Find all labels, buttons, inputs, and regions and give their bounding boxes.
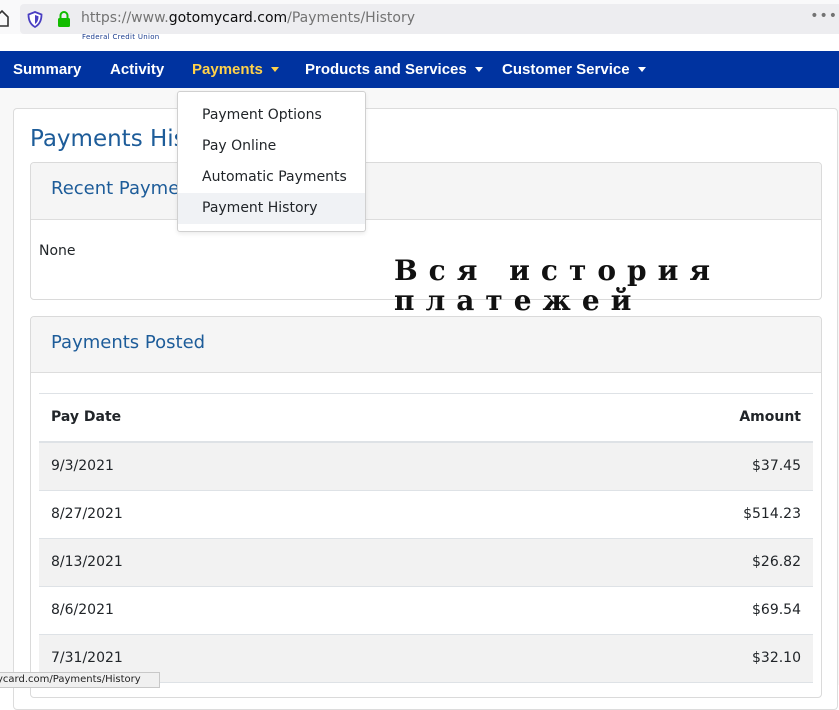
amount-cell: $32.10 [752,650,801,666]
url-path: /Payments/History [287,10,415,26]
column-pay-date: Pay Date [51,409,122,425]
payments-posted-title: Payments Posted [51,332,206,353]
nav-summary[interactable]: Summary [13,51,81,88]
menu-item-payment-options[interactable]: Payment Options [178,100,365,131]
recent-payments-heading: Recent Payments [31,163,821,220]
nav-customer-service[interactable]: Customer Service [502,51,646,88]
url-text: https://www.gotomycard.com/Payments/Hist… [81,10,415,26]
pay-date-cell: 8/6/2021 [51,602,114,618]
nav-activity[interactable]: Activity [110,51,164,88]
table-row: 8/27/2021 $514.23 [39,491,813,539]
shield-icon[interactable] [27,11,43,28]
url-host: gotomycard.com [168,10,288,26]
menu-item-pay-online[interactable]: Pay Online [178,131,365,162]
payments-posted-panel: Payments Posted Pay Date Amount 9/3/2021… [30,316,822,698]
address-bar[interactable]: https://www.gotomycard.com/Payments/Hist… [20,4,839,34]
caret-down-icon [474,67,483,72]
overlay-caption: Вся история платежей [394,256,721,316]
pay-date-cell: 8/13/2021 [51,554,123,570]
payments-dropdown-menu: Payment Options Pay Online Automatic Pay… [177,91,366,232]
table-row: 9/3/2021 $37.45 [39,443,813,491]
overlay-caption-line-1: Вся история [394,254,722,287]
nav-customer-service-label: Customer Service [502,61,630,78]
amount-cell: $69.54 [752,602,801,618]
table-header: Pay Date Amount [39,394,813,443]
status-bar-url: ycard.com/Payments/History [0,672,160,688]
amount-cell: $26.82 [752,554,801,570]
lock-icon[interactable] [57,11,71,27]
brand-tagline: Federal Credit Union [82,33,160,41]
overlay-caption-line-2: платежей [394,284,643,317]
table-row: 8/6/2021 $69.54 [39,587,813,635]
home-icon[interactable] [0,8,10,28]
caret-down-icon [637,67,646,72]
page-actions-menu[interactable]: ••• [810,8,838,24]
pay-date-cell: 8/27/2021 [51,506,123,522]
pay-date-cell: 9/3/2021 [51,458,114,474]
recent-payments-empty: None [39,243,76,259]
nav-activity-label: Activity [110,61,165,78]
main-nav: Summary Activity Payments Products and S… [0,51,839,88]
column-amount: Amount [739,409,801,425]
nav-summary-label: Summary [13,61,82,78]
nav-products-and-services[interactable]: Products and Services [305,51,483,88]
table-row: 8/13/2021 $26.82 [39,539,813,587]
amount-cell: $514.23 [743,506,801,522]
menu-item-automatic-payments[interactable]: Automatic Payments [178,162,365,193]
pay-date-cell: 7/31/2021 [51,650,123,666]
nav-payments[interactable]: Payments [192,51,279,88]
caret-down-icon [270,67,279,72]
url-scheme: https://www. [81,10,169,26]
amount-cell: $37.45 [752,458,801,474]
nav-products-label: Products and Services [305,61,467,78]
payments-posted-heading: Payments Posted [31,317,821,373]
menu-item-payment-history[interactable]: Payment History [178,193,365,224]
nav-payments-label: Payments [192,61,263,78]
